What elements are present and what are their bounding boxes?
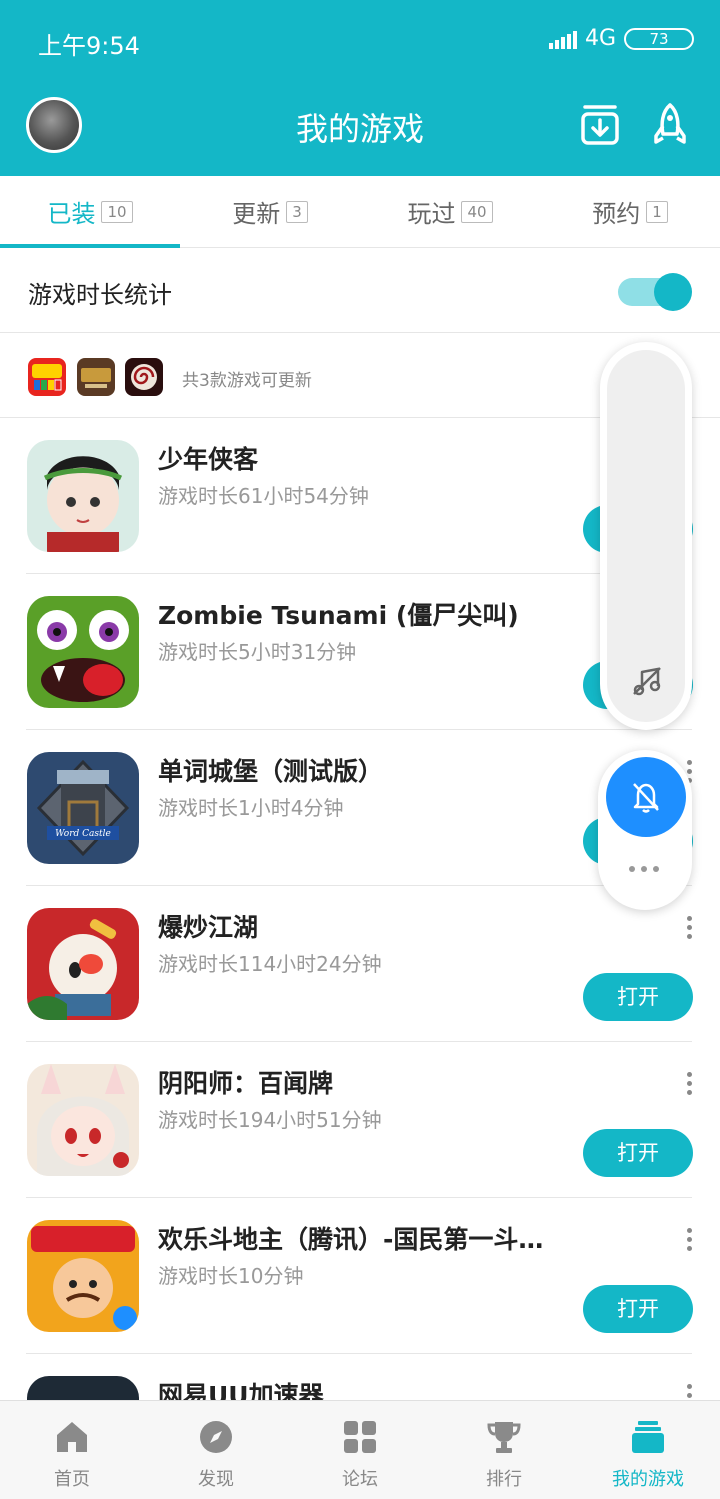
tab-count: 40 bbox=[461, 200, 493, 223]
spiral-game-icon bbox=[125, 358, 163, 396]
game-icon bbox=[27, 1064, 139, 1176]
more-icon[interactable] bbox=[684, 1228, 694, 1256]
sanguo-game-icon bbox=[77, 358, 115, 396]
nav-label: 首页 bbox=[54, 1469, 90, 1490]
nav-forum[interactable]: 论坛 bbox=[288, 1401, 432, 1499]
battery-icon: 73 bbox=[624, 27, 694, 50]
nav-label: 发现 bbox=[198, 1469, 234, 1490]
status-indicators: 4G 73 bbox=[548, 26, 694, 51]
status-time: 上午9:54 bbox=[38, 32, 140, 60]
nav-home[interactable]: 首页 bbox=[0, 1401, 144, 1499]
game-name: 单词城堡（测试版） bbox=[158, 757, 384, 786]
game-playtime: 游戏时长10分钟 bbox=[158, 1264, 304, 1288]
bottom-nav: 首页 发现 论坛 排行 我的游戏 bbox=[0, 1400, 720, 1499]
playtime-stats-row: 游戏时长统计 bbox=[0, 249, 720, 333]
rocket-icon[interactable] bbox=[652, 102, 688, 148]
open-button[interactable]: 打开 bbox=[583, 973, 693, 1021]
signal-icon bbox=[548, 29, 577, 49]
uno-game-icon bbox=[28, 358, 66, 396]
game-icon bbox=[27, 440, 139, 552]
game-name: 欢乐斗地主（腾讯）-国民第一斗… bbox=[158, 1225, 544, 1254]
home-icon bbox=[57, 1422, 87, 1452]
mute-notification-button[interactable] bbox=[606, 757, 686, 837]
game-name: 阴阳师：百闻牌 bbox=[158, 1069, 334, 1098]
game-row[interactable]: 爆炒江湖 游戏时长114小时24分钟 打开 bbox=[0, 886, 720, 1042]
tab-bar: 已装 10 更新 3 玩过 40 预约 1 bbox=[0, 176, 720, 248]
game-playtime: 游戏时长5小时31分钟 bbox=[158, 640, 357, 664]
tab-played[interactable]: 玩过 40 bbox=[360, 176, 540, 247]
more-icon[interactable] bbox=[684, 1072, 694, 1100]
game-name: 少年侠客 bbox=[158, 445, 259, 474]
tab-label: 玩过 bbox=[407, 200, 456, 228]
tab-updates[interactable]: 更新 3 bbox=[180, 176, 360, 247]
game-icon bbox=[27, 1220, 139, 1332]
download-icon[interactable] bbox=[580, 102, 620, 146]
nav-discover[interactable]: 发现 bbox=[144, 1401, 288, 1499]
more-icon[interactable] bbox=[684, 916, 694, 944]
tab-count: 1 bbox=[646, 200, 668, 223]
tab-installed[interactable]: 已装 10 bbox=[0, 176, 180, 248]
game-icon bbox=[27, 596, 139, 708]
status-bar: 上午9:54 4G 73 bbox=[0, 0, 720, 82]
tab-count: 10 bbox=[101, 200, 133, 223]
game-playtime: 游戏时长194小时51分钟 bbox=[158, 1108, 382, 1132]
game-playtime: 游戏时长1小时4分钟 bbox=[158, 796, 344, 820]
nav-label: 排行 bbox=[486, 1469, 522, 1490]
tab-label: 更新 bbox=[232, 200, 281, 228]
app-bar: 我的游戏 bbox=[0, 82, 720, 176]
nav-label: 我的游戏 bbox=[612, 1469, 684, 1490]
music-off-icon[interactable] bbox=[630, 664, 664, 698]
tab-count: 3 bbox=[286, 200, 308, 223]
update-notice-text: 共3款游戏可更新 bbox=[182, 371, 312, 391]
more-options-icon[interactable] bbox=[629, 866, 659, 872]
tab-reserved[interactable]: 预约 1 bbox=[540, 176, 720, 247]
game-name: 爆炒江湖 bbox=[158, 913, 259, 942]
game-name: Zombie Tsunami (僵尸尖叫) bbox=[158, 601, 519, 630]
game-playtime: 游戏时长61小时54分钟 bbox=[158, 484, 369, 508]
bell-off-icon bbox=[633, 783, 659, 813]
nav-ranking[interactable]: 排行 bbox=[432, 1401, 576, 1499]
trophy-icon bbox=[487, 1422, 521, 1453]
game-playtime: 游戏时长114小时24分钟 bbox=[158, 952, 382, 976]
nav-my-games[interactable]: 我的游戏 bbox=[576, 1401, 720, 1499]
stack-icon bbox=[632, 1421, 664, 1453]
network-type: 4G bbox=[584, 26, 616, 51]
toggle-thumb[interactable] bbox=[654, 273, 692, 311]
game-row[interactable]: 阴阳师：百闻牌 游戏时长194小时51分钟 打开 bbox=[0, 1042, 720, 1198]
nav-label: 论坛 bbox=[342, 1469, 378, 1490]
tab-label: 已装 bbox=[47, 200, 96, 228]
open-button[interactable]: 打开 bbox=[583, 1129, 693, 1177]
grid-icon bbox=[344, 1421, 376, 1453]
compass-icon bbox=[200, 1421, 232, 1453]
game-icon bbox=[27, 908, 139, 1020]
word-castle-icon-text: Word Castle bbox=[55, 829, 111, 839]
game-row[interactable]: 欢乐斗地主（腾讯）-国民第一斗… 游戏时长10分钟 打开 bbox=[0, 1198, 720, 1354]
playtime-stats-label: 游戏时长统计 bbox=[28, 281, 172, 309]
game-icon: Word Castle bbox=[27, 752, 139, 864]
tab-label: 预约 bbox=[592, 200, 641, 228]
open-button[interactable]: 打开 bbox=[583, 1285, 693, 1333]
